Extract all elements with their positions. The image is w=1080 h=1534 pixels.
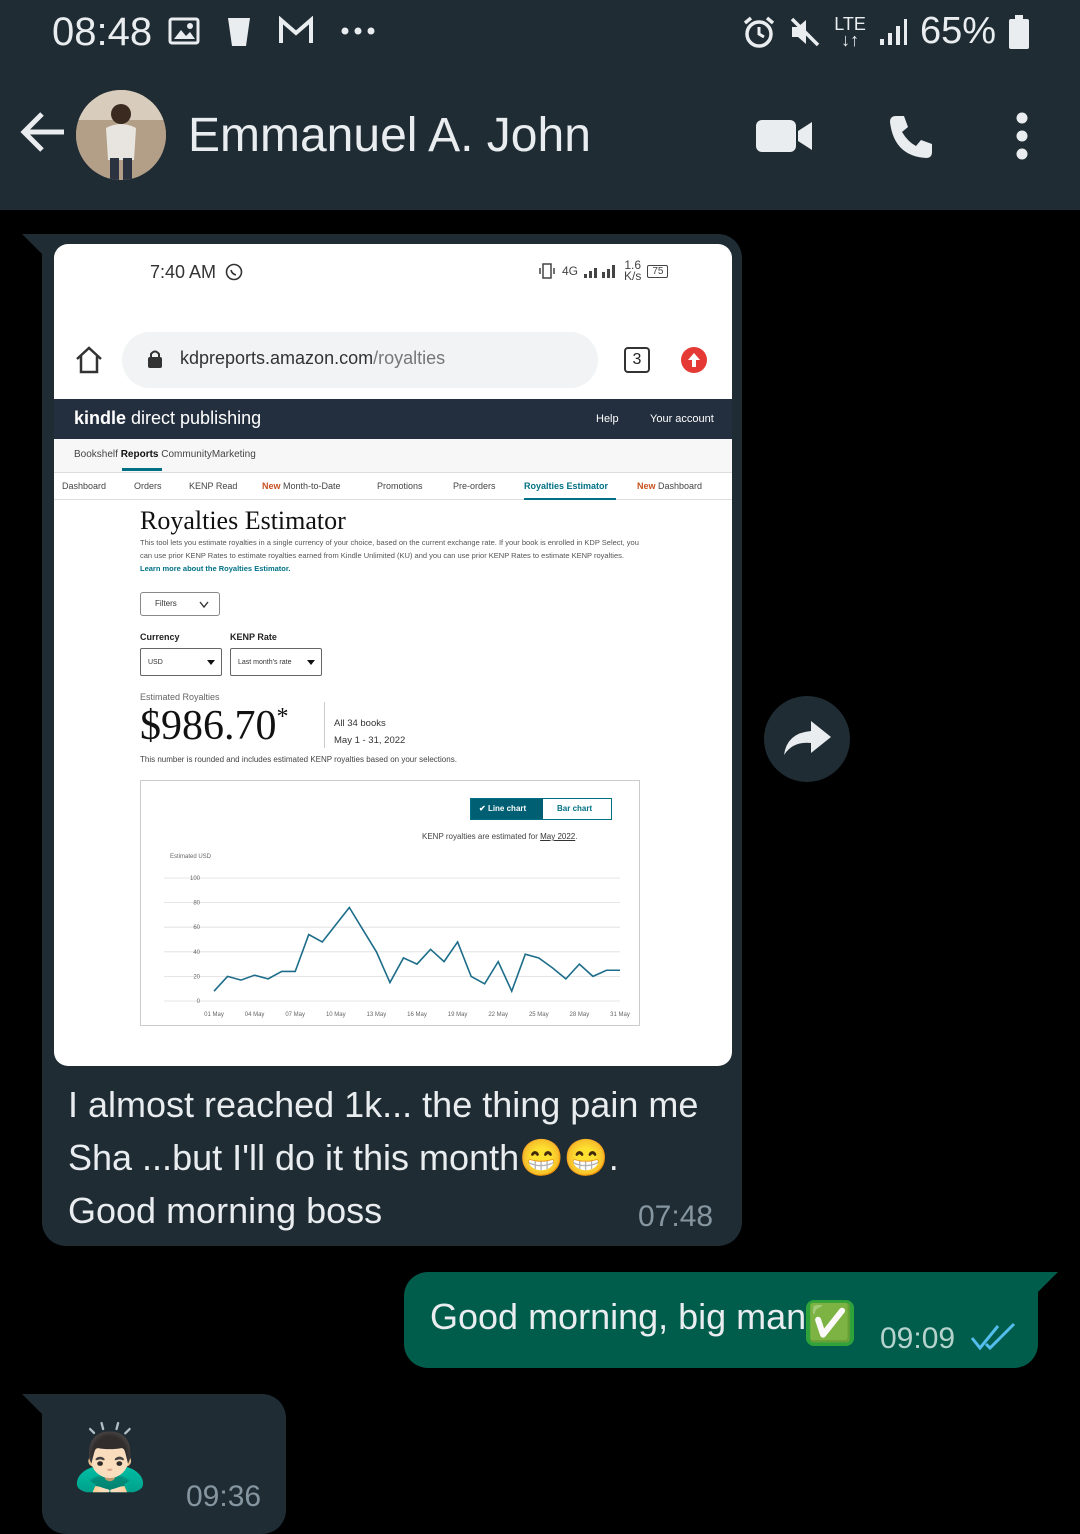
date-range: May 1 - 31, 2022	[334, 735, 406, 746]
screenshot-battery: 75	[647, 264, 669, 278]
kenp-rate-select[interactable]: Last month's rate	[230, 648, 322, 676]
tab-preorders[interactable]: Pre-orders	[453, 481, 496, 491]
message-time: 09:36	[186, 1480, 262, 1513]
read-receipt-icon	[970, 1322, 1016, 1351]
status-bar: 08:48 LTE ↓↑ 65%	[0, 0, 1080, 66]
avatar[interactable]	[76, 90, 166, 180]
tab-orders[interactable]: Orders	[134, 481, 162, 491]
screenshot-status-bar: 7:40 AM 4G 1.6 K/s 75	[54, 244, 732, 304]
currency-label: Currency	[140, 632, 180, 642]
page-title: Royalties Estimator	[140, 506, 346, 535]
estimate-note: This number is rounded and includes esti…	[140, 755, 457, 764]
vibrate-icon	[539, 263, 555, 279]
bubble-tail	[1036, 1272, 1058, 1294]
image-icon	[168, 17, 200, 45]
forward-arrow-icon	[784, 721, 831, 755]
bowing-person-emoji: 🙇🏻‍♂️	[70, 1421, 150, 1493]
divider	[324, 702, 325, 748]
currency-select[interactable]: USD	[140, 648, 222, 676]
notification-icons	[168, 14, 376, 48]
message-time: 09:09	[880, 1322, 956, 1355]
tab-count[interactable]: 3	[624, 347, 650, 373]
books-count: All 34 books	[334, 718, 386, 729]
tab-royalties-estimator[interactable]: Royalties Estimator	[524, 481, 608, 491]
battery-icon	[1009, 14, 1029, 49]
url-text[interactable]: kdpreports.amazon.com/royalties	[180, 348, 445, 369]
chart-type-toggle: ✔ Line chart Bar chart	[470, 798, 612, 820]
kdp-subnav-links[interactable]: Bookshelf Reports CommunityMarketing	[74, 449, 256, 460]
more-notifications-icon	[341, 27, 375, 35]
screenshot-signal-icon	[584, 265, 616, 278]
battery-percent: 65%	[919, 10, 996, 52]
avatar-photo-icon	[76, 90, 166, 180]
kdp-logo[interactable]: kindle direct publishing	[74, 408, 261, 429]
chat-header: Emmanuel A. John	[0, 66, 1080, 210]
status-time: 08:48	[52, 10, 153, 54]
lock-icon	[148, 350, 162, 368]
whatsapp-icon	[225, 263, 243, 281]
screenshot-network: 4G	[562, 264, 579, 278]
network-type: LTE ↓↑	[834, 13, 866, 50]
tab-promotions[interactable]: Promotions	[377, 481, 423, 491]
tab-month-to-date[interactable]: New Month-to-Date	[262, 481, 341, 491]
upload-icon[interactable]	[680, 346, 708, 374]
bubble-tail	[22, 234, 44, 256]
mute-icon	[791, 17, 820, 46]
screenshot-signal-area: 4G 1.6 K/s 75	[538, 258, 669, 283]
signal-icon	[879, 18, 907, 45]
gmail-icon	[279, 16, 313, 43]
chevron-down-icon	[199, 601, 209, 609]
phone-call-icon[interactable]	[886, 112, 936, 162]
page-description: This tool lets you estimate royalties in…	[140, 538, 639, 573]
tab-new-dashboard[interactable]: New Dashboard	[637, 481, 702, 491]
message-text: Good morning, big man✅	[430, 1296, 855, 1346]
bubble-tail	[22, 1394, 44, 1416]
browser-home-icon[interactable]	[74, 345, 104, 375]
back-arrow-icon[interactable]	[20, 110, 66, 154]
tab-dashboard[interactable]: Dashboard	[62, 481, 106, 491]
status-right: LTE ↓↑ 65%	[742, 10, 1030, 53]
estimated-royalties-amount: $986.70*	[140, 703, 289, 749]
screenshot-time: 7:40 AM	[150, 262, 243, 283]
chart-note: KENP royalties are estimated for May 202…	[422, 832, 578, 841]
kdp-help-link[interactable]: Help	[596, 413, 619, 425]
filters-button[interactable]: Filters	[140, 592, 220, 616]
kenp-rate-label: KENP Rate	[230, 632, 277, 642]
dropdown-caret-icon	[307, 660, 315, 665]
trash-icon	[228, 18, 250, 46]
dropdown-caret-icon	[207, 660, 215, 665]
forward-button[interactable]	[764, 696, 850, 782]
line-chart-toggle[interactable]: ✔ Line chart	[471, 799, 543, 819]
bar-chart-toggle[interactable]: Bar chart	[543, 799, 611, 819]
estimated-royalties-label: Estimated Royalties	[140, 692, 220, 702]
chart-y-axis-label: Estimated USD	[170, 854, 212, 860]
more-options-icon[interactable]	[1012, 112, 1032, 160]
contact-name[interactable]: Emmanuel A. John	[188, 108, 591, 163]
screenshot-speed: 1.6 K/s	[624, 258, 642, 283]
learn-more-link[interactable]: Learn more about the Royalties Estimator…	[140, 564, 290, 573]
subnav-active-underline	[122, 468, 162, 471]
alarm-icon	[744, 16, 775, 48]
active-tab-underline	[524, 498, 616, 500]
video-call-icon[interactable]	[756, 118, 812, 154]
message-text: I almost reached 1k... the thing pain me…	[68, 1084, 699, 1231]
grinning-emoji: 😁😁.	[519, 1137, 619, 1178]
attached-screenshot[interactable]: 7:40 AM 4G 1.6 K/s 75 kdpreports.amazon.c…	[54, 244, 732, 1066]
check-emoji: ✅	[806, 1300, 855, 1346]
kdp-account-link[interactable]: Your account	[650, 413, 714, 425]
tab-kenp-read[interactable]: KENP Read	[189, 481, 237, 491]
message-time: 07:48	[638, 1200, 714, 1233]
